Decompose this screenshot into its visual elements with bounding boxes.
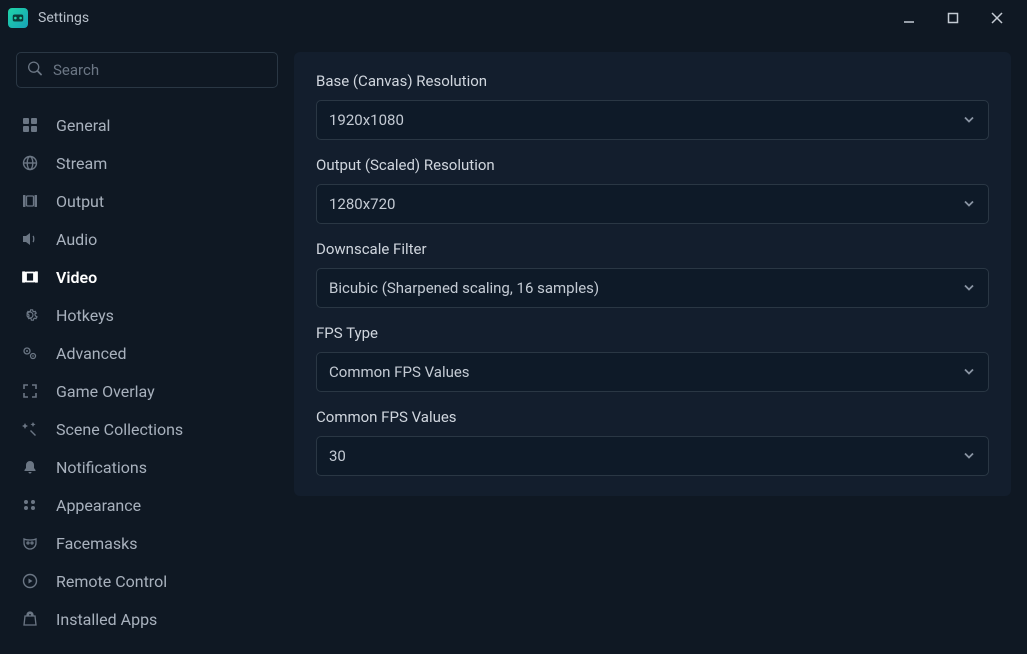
sidebar-item-label: Audio xyxy=(56,230,97,249)
sidebar-item-label: Hotkeys xyxy=(56,306,114,325)
sidebar-item-advanced[interactable]: Advanced xyxy=(16,334,278,372)
sidebar: General Stream Output xyxy=(16,52,278,638)
minimize-icon xyxy=(902,11,916,25)
sidebar-item-audio[interactable]: Audio xyxy=(16,220,278,258)
sidebar-item-remote-control[interactable]: Remote Control xyxy=(16,562,278,600)
sidebar-item-video[interactable]: Video xyxy=(16,258,278,296)
sidebar-item-notifications[interactable]: Notifications xyxy=(16,448,278,486)
magic-icon xyxy=(20,419,40,439)
expand-icon xyxy=(20,381,40,401)
sidebar-item-label: Scene Collections xyxy=(56,420,183,439)
sidebar-item-label: Output xyxy=(56,192,104,211)
sidebar-item-label: Appearance xyxy=(56,496,141,515)
base-resolution-label: Base (Canvas) Resolution xyxy=(316,72,989,90)
maximize-icon xyxy=(946,11,960,25)
sidebar-item-label: Remote Control xyxy=(56,572,167,591)
sidebar-item-appearance[interactable]: Appearance xyxy=(16,486,278,524)
fps-type-label: FPS Type xyxy=(316,324,989,342)
base-resolution-select[interactable]: 1920x1080 xyxy=(316,100,989,140)
volume-icon xyxy=(20,229,40,249)
app-icon xyxy=(8,8,28,28)
bag-icon xyxy=(20,609,40,629)
sidebar-item-installed-apps[interactable]: Installed Apps xyxy=(16,600,278,638)
sidebar-item-scene-collections[interactable]: Scene Collections xyxy=(16,410,278,448)
select-wrapper: Bicubic (Sharpened scaling, 16 samples) xyxy=(316,268,989,308)
select-wrapper: 1280x720 xyxy=(316,184,989,224)
downscale-filter-label: Downscale Filter xyxy=(316,240,989,258)
field-output-resolution: Output (Scaled) Resolution 1280x720 xyxy=(316,156,989,224)
sidebar-item-label: Stream xyxy=(56,154,107,173)
play-circle-icon xyxy=(20,571,40,591)
sidebar-item-stream[interactable]: Stream xyxy=(16,144,278,182)
field-base-resolution: Base (Canvas) Resolution 1920x1080 xyxy=(316,72,989,140)
search-input[interactable] xyxy=(16,52,278,88)
select-wrapper: 30 xyxy=(316,436,989,476)
search-wrapper xyxy=(16,52,278,88)
common-fps-label: Common FPS Values xyxy=(316,408,989,426)
titlebar: Settings xyxy=(0,0,1027,36)
sidebar-item-label: Facemasks xyxy=(56,534,138,553)
video-settings-panel: Base (Canvas) Resolution 1920x1080 Outpu… xyxy=(294,52,1011,496)
output-resolution-select[interactable]: 1280x720 xyxy=(316,184,989,224)
window-body: General Stream Output xyxy=(0,36,1027,654)
field-fps-type: FPS Type Common FPS Values xyxy=(316,324,989,392)
downscale-filter-select[interactable]: Bicubic (Sharpened scaling, 16 samples) xyxy=(316,268,989,308)
sidebar-item-label: Notifications xyxy=(56,458,147,477)
minimize-button[interactable] xyxy=(887,0,931,36)
mask-icon xyxy=(20,533,40,553)
select-wrapper: 1920x1080 xyxy=(316,100,989,140)
main-content: Base (Canvas) Resolution 1920x1080 Outpu… xyxy=(294,52,1011,638)
window-controls xyxy=(887,0,1019,36)
gear-icon xyxy=(20,305,40,325)
close-button[interactable] xyxy=(975,0,1019,36)
video-icon xyxy=(20,267,40,287)
window-title: Settings xyxy=(38,10,89,26)
settings-nav: General Stream Output xyxy=(16,106,278,638)
sidebar-item-label: Video xyxy=(56,268,97,287)
film-icon xyxy=(20,191,40,211)
titlebar-left: Settings xyxy=(8,8,887,28)
globe-icon xyxy=(20,153,40,173)
common-fps-select[interactable]: 30 xyxy=(316,436,989,476)
palette-icon xyxy=(20,495,40,515)
select-wrapper: Common FPS Values xyxy=(316,352,989,392)
search-icon xyxy=(28,61,42,80)
settings-window: Settings xyxy=(0,0,1027,652)
gears-icon xyxy=(20,343,40,363)
sidebar-item-output[interactable]: Output xyxy=(16,182,278,220)
close-icon xyxy=(990,11,1004,25)
sidebar-item-label: Advanced xyxy=(56,344,127,363)
sidebar-item-label: Installed Apps xyxy=(56,610,157,629)
output-resolution-label: Output (Scaled) Resolution xyxy=(316,156,989,174)
field-downscale-filter: Downscale Filter Bicubic (Sharpened scal… xyxy=(316,240,989,308)
sidebar-item-hotkeys[interactable]: Hotkeys xyxy=(16,296,278,334)
sidebar-item-label: General xyxy=(56,116,110,135)
bell-icon xyxy=(20,457,40,477)
sidebar-item-label: Game Overlay xyxy=(56,382,155,401)
sidebar-item-facemasks[interactable]: Facemasks xyxy=(16,524,278,562)
grid-icon xyxy=(20,115,40,135)
maximize-button[interactable] xyxy=(931,0,975,36)
sidebar-item-game-overlay[interactable]: Game Overlay xyxy=(16,372,278,410)
sidebar-item-general[interactable]: General xyxy=(16,106,278,144)
fps-type-select[interactable]: Common FPS Values xyxy=(316,352,989,392)
field-common-fps: Common FPS Values 30 xyxy=(316,408,989,476)
